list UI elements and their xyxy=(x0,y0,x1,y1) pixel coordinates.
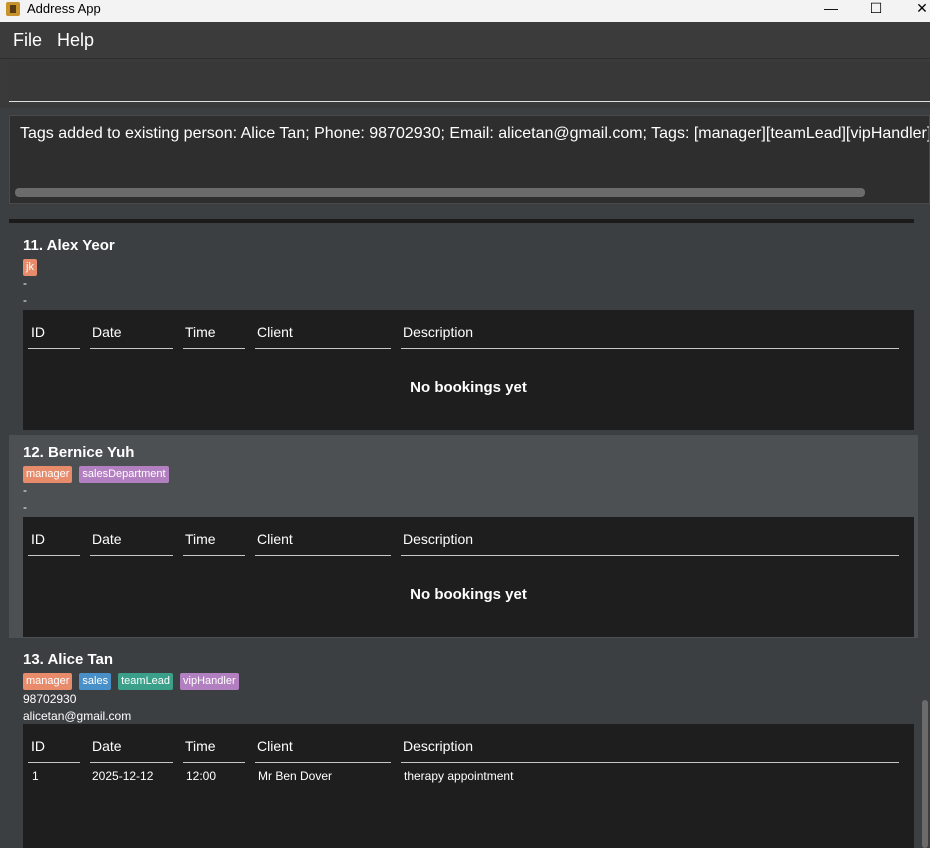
bookings-table: ID Date Time Client Description 1 2025-1… xyxy=(23,724,914,848)
column-header-id[interactable]: ID xyxy=(29,738,45,754)
tag-vipHandler: vipHandler xyxy=(180,673,239,690)
tag-list: manager salesDepartment xyxy=(23,466,169,483)
tag-teamLead: teamLead xyxy=(118,673,174,690)
column-header-client[interactable]: Client xyxy=(255,531,293,547)
list-vertical-scrollbar[interactable] xyxy=(922,700,928,848)
tag-salesDepartment: salesDepartment xyxy=(79,466,169,483)
header-divider xyxy=(28,348,80,349)
person-name: 13. Alice Tan xyxy=(23,651,114,668)
column-header-time[interactable]: Time xyxy=(183,531,216,547)
bookings-table: ID Date Time Client Description No booki… xyxy=(23,517,914,637)
app-icon xyxy=(6,2,20,16)
tag-sales: sales xyxy=(79,673,112,690)
column-header-time[interactable]: Time xyxy=(183,324,216,340)
window-title: Address App xyxy=(27,1,101,16)
column-header-description[interactable]: Description xyxy=(401,738,473,754)
header-divider xyxy=(28,762,80,763)
booking-client[interactable]: Mr Ben Dover xyxy=(258,769,332,783)
column-header-date[interactable]: Date xyxy=(90,738,122,754)
tag-manager: manager xyxy=(23,673,73,690)
menu-file[interactable]: File xyxy=(13,30,42,51)
result-horizontal-scrollbar[interactable] xyxy=(15,188,865,197)
header-divider xyxy=(401,348,899,349)
menu-bar: File Help xyxy=(0,22,930,59)
bookings-table: ID Date Time Client Description No booki… xyxy=(23,310,914,430)
column-header-client[interactable]: Client xyxy=(255,738,293,754)
header-divider xyxy=(255,348,391,349)
person-card[interactable]: 11. Alex Yeor jk - - ID Date Time Client… xyxy=(9,228,918,431)
column-header-date[interactable]: Date xyxy=(90,324,122,340)
column-header-date[interactable]: Date xyxy=(90,531,122,547)
person-name: 11. Alex Yeor xyxy=(23,237,115,254)
list-divider xyxy=(9,219,914,223)
person-email: - xyxy=(23,500,27,514)
tag-manager: manager xyxy=(23,466,73,483)
header-divider xyxy=(255,555,391,556)
tag-list: manager sales teamLead vipHandler xyxy=(23,673,239,690)
header-divider xyxy=(90,555,173,556)
command-input[interactable] xyxy=(9,62,930,102)
person-email: alicetan@gmail.com xyxy=(23,709,132,723)
booking-date[interactable]: 2025-12-12 xyxy=(92,769,153,783)
header-divider xyxy=(401,555,899,556)
person-card-selected[interactable]: 12. Bernice Yuh manager salesDepartment … xyxy=(9,435,918,638)
person-phone: - xyxy=(23,276,27,290)
column-header-time[interactable]: Time xyxy=(183,738,216,754)
column-header-description[interactable]: Description xyxy=(401,324,473,340)
person-phone: 98702930 xyxy=(23,692,77,706)
close-button[interactable]: ✕ xyxy=(899,0,930,22)
person-card[interactable]: 13. Alice Tan manager sales teamLead vip… xyxy=(9,642,918,848)
maximize-button[interactable]: ☐ xyxy=(853,0,899,22)
column-header-id[interactable]: ID xyxy=(29,531,45,547)
person-name: 12. Bernice Yuh xyxy=(23,444,135,461)
no-bookings-message: No bookings yet xyxy=(410,379,527,396)
result-display[interactable]: Tags added to existing person: Alice Tan… xyxy=(9,115,930,204)
column-header-description[interactable]: Description xyxy=(401,531,473,547)
header-divider xyxy=(401,762,899,763)
person-list[interactable]: 11. Alex Yeor jk - - ID Date Time Client… xyxy=(9,212,930,848)
tag-jk: jk xyxy=(23,259,37,276)
booking-description[interactable]: therapy appointment xyxy=(404,769,513,783)
person-email: - xyxy=(23,293,27,307)
column-header-client[interactable]: Client xyxy=(255,324,293,340)
header-divider xyxy=(183,555,245,556)
header-divider xyxy=(90,762,173,763)
header-divider xyxy=(90,348,173,349)
booking-time[interactable]: 12:00 xyxy=(186,769,216,783)
person-phone: - xyxy=(23,483,27,497)
menu-help[interactable]: Help xyxy=(57,30,94,51)
title-bar: Address App — ☐ ✕ xyxy=(0,0,930,22)
result-message: Tags added to existing person: Alice Tan… xyxy=(20,125,930,142)
header-divider xyxy=(255,762,391,763)
tag-list: jk xyxy=(23,259,37,276)
header-divider xyxy=(183,762,245,763)
no-bookings-message: No bookings yet xyxy=(410,586,527,603)
minimize-button[interactable]: — xyxy=(808,0,854,22)
header-divider xyxy=(183,348,245,349)
header-divider xyxy=(28,555,80,556)
column-header-id[interactable]: ID xyxy=(29,324,45,340)
booking-id[interactable]: 1 xyxy=(32,769,39,783)
